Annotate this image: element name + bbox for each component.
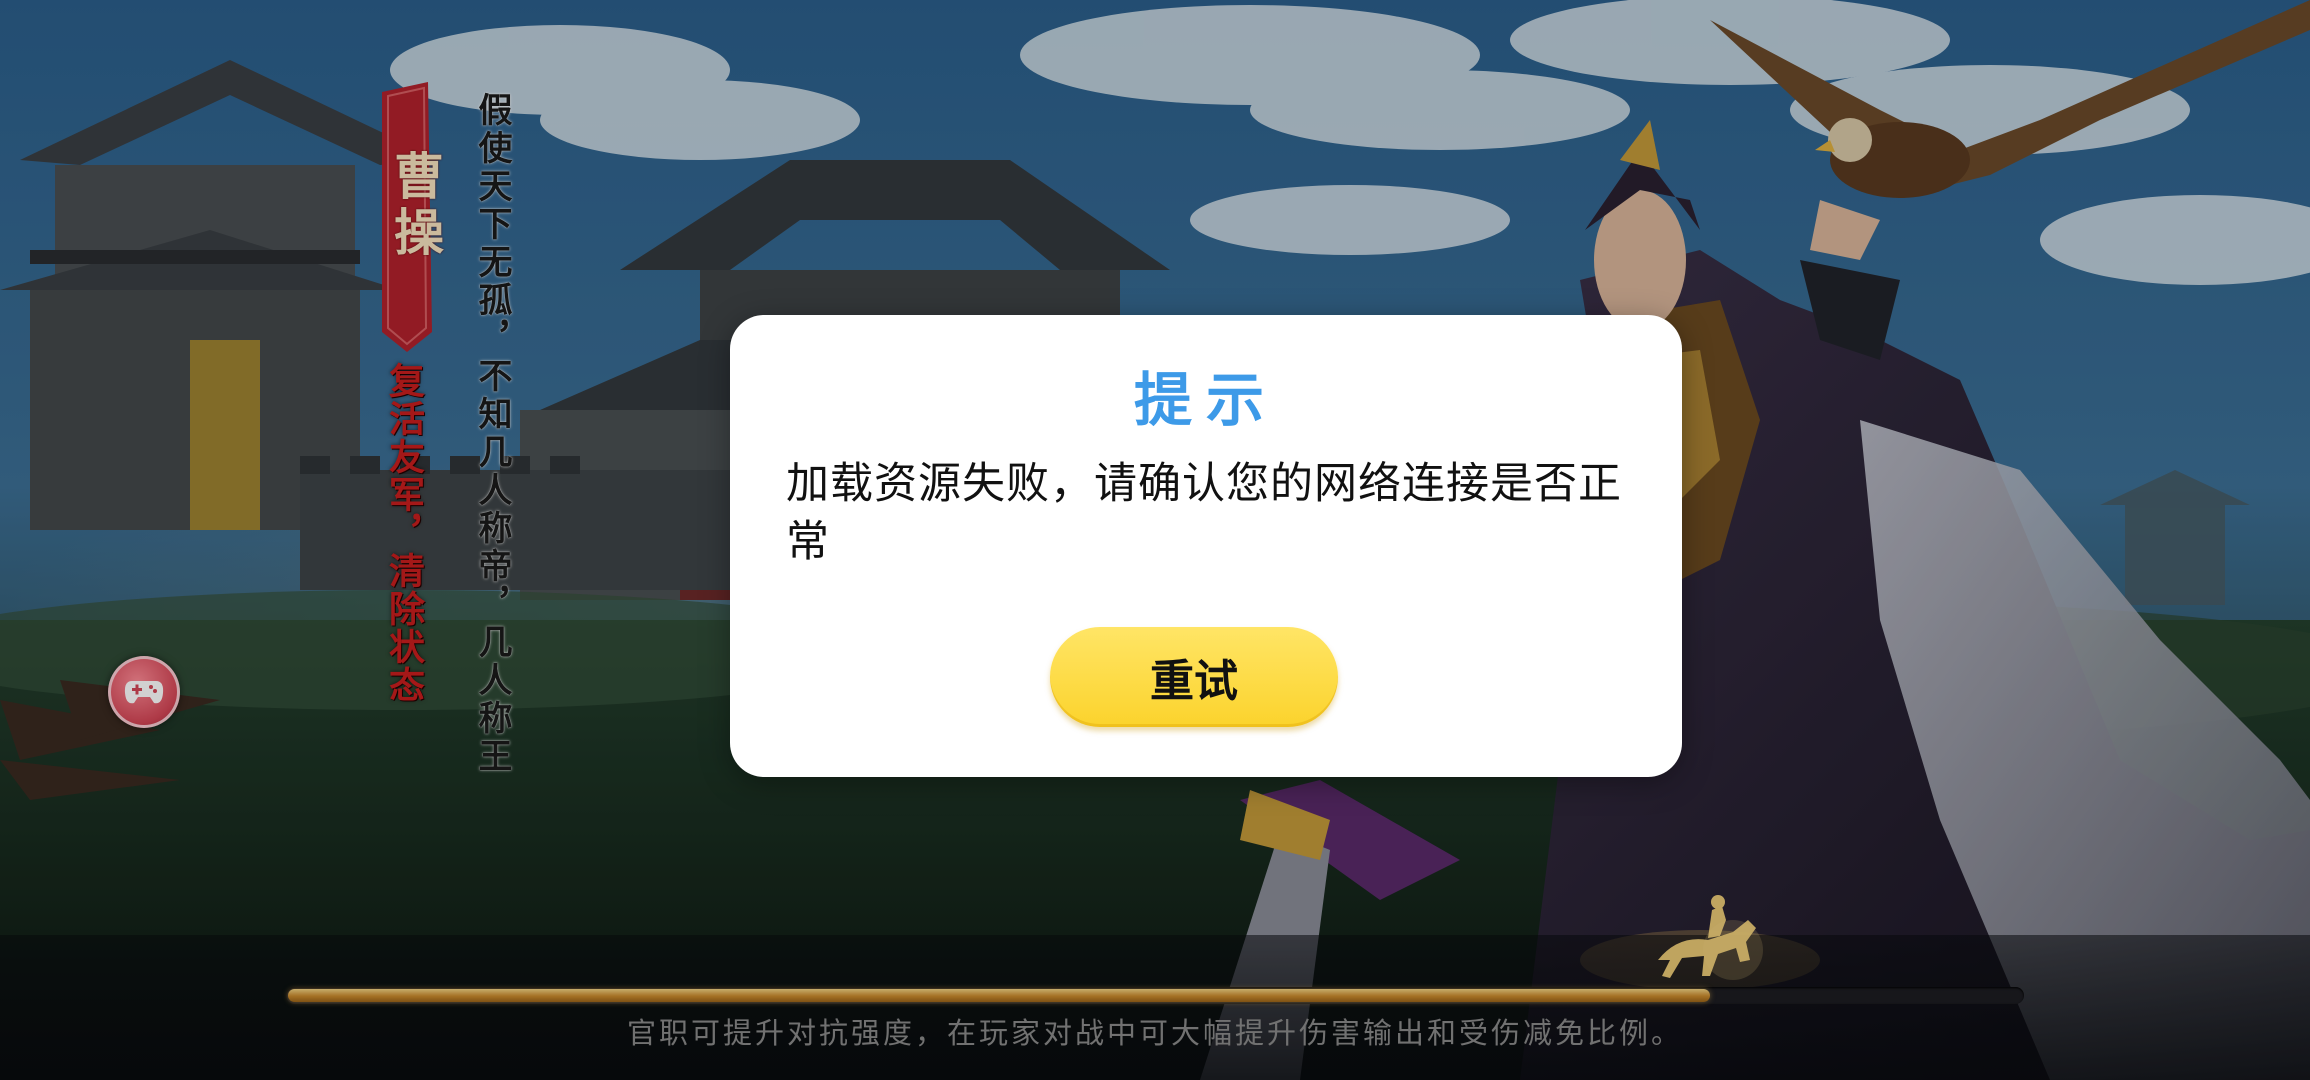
retry-button[interactable]: 重试 [1050, 627, 1338, 727]
dialog-message: 加载资源失败，请确认您的网络连接是否正常 [786, 459, 1622, 567]
alert-dialog: 提示 加载资源失败，请确认您的网络连接是否正常 重试 [730, 315, 1682, 777]
dialog-title: 提示 [1133, 366, 1278, 434]
